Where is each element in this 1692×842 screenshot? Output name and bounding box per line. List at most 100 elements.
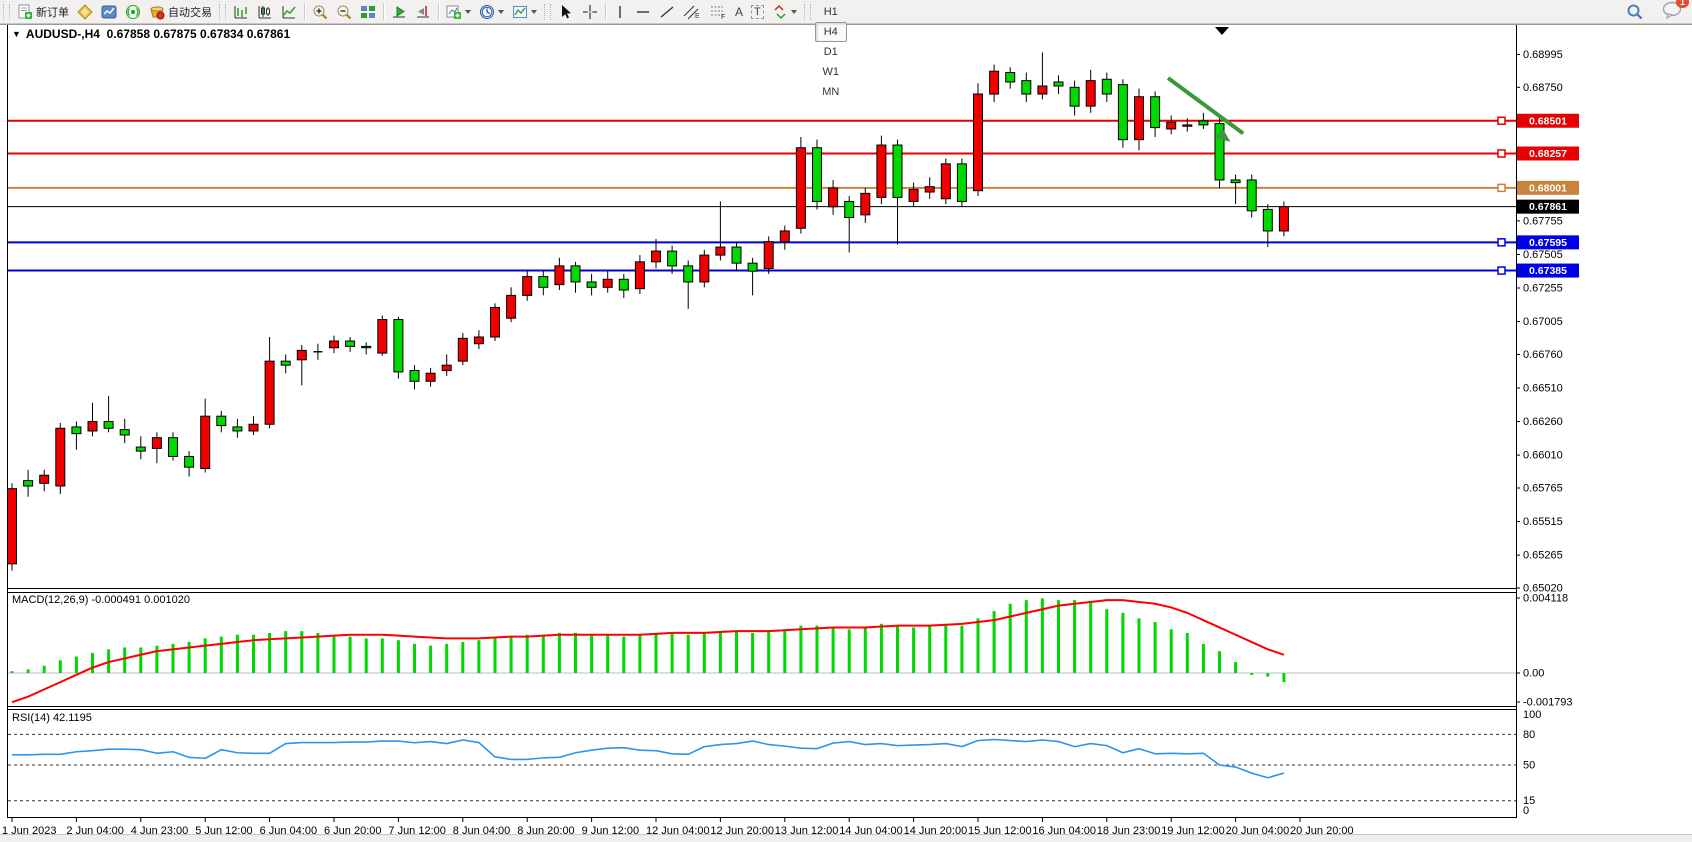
vertical-line-tool-button[interactable] [609, 1, 631, 23]
macd-histogram-bar [1025, 600, 1028, 673]
window-bottom-edge [0, 834, 1692, 842]
candle [40, 475, 49, 483]
candle [861, 193, 870, 214]
candle [1086, 81, 1095, 107]
candle [941, 164, 950, 199]
macd-histogram-bar [445, 644, 448, 673]
toolbar-grip[interactable] [3, 4, 10, 20]
level-handle[interactable] [1498, 267, 1505, 274]
fibonacci-tool-button[interactable]: F [705, 1, 731, 23]
signals-button[interactable] [121, 1, 145, 23]
timeframe-mn[interactable]: MN [815, 82, 847, 102]
dropdown-caret [531, 10, 537, 14]
macd-histogram-bar [1105, 609, 1108, 673]
time-label: 7 Jun 12:00 [388, 825, 446, 834]
trendline-icon [659, 4, 675, 20]
level-handle[interactable] [1498, 184, 1505, 191]
crosshair-tool-button[interactable] [578, 1, 602, 23]
timeframe-h1[interactable]: H1 [815, 2, 847, 22]
macd-histogram-bar [381, 638, 384, 673]
text-tool-button[interactable]: A [731, 1, 747, 23]
macd-histogram-bar [1009, 604, 1012, 673]
candle [136, 447, 145, 451]
zoom-in-button[interactable] [308, 1, 332, 23]
candle [72, 427, 81, 434]
chart-shift-button[interactable] [411, 1, 435, 23]
timeframe-d1[interactable]: D1 [815, 42, 847, 62]
toolbar-separator [383, 3, 384, 20]
new-order-button[interactable]: 新订单 [13, 1, 73, 23]
macd-histogram-bar [1282, 673, 1285, 682]
candle [957, 164, 966, 202]
candle [56, 428, 65, 486]
candle [732, 247, 741, 263]
chat-button[interactable]: 1 [1662, 1, 1682, 22]
candle [120, 430, 129, 435]
macd-histogram-bar [1250, 673, 1253, 675]
level-handle[interactable] [1498, 117, 1505, 124]
auto-trading-button[interactable]: 自动交易 [145, 1, 216, 23]
candle [1038, 86, 1047, 94]
svg-text:F: F [721, 14, 725, 20]
search-button[interactable] [1622, 1, 1648, 23]
text-label-tool-button[interactable]: T [747, 1, 768, 23]
bar-chart-icon [233, 4, 249, 20]
macd-histogram-bar [139, 647, 142, 673]
macd-histogram-bar [1073, 600, 1076, 673]
time-label: 12 Jun 04:00 [646, 825, 710, 834]
toolbar-grip[interactable] [804, 4, 811, 20]
candle [249, 424, 258, 431]
candle [974, 94, 983, 191]
macd-histogram-bar [944, 624, 947, 673]
periods-button[interactable] [475, 1, 508, 23]
rsi-tick-label: 0 [1523, 805, 1529, 817]
metaeditor-button[interactable] [73, 1, 97, 23]
horizontal-line-tool-button[interactable] [631, 1, 655, 23]
candlestick-icon [257, 4, 273, 20]
level-handle[interactable] [1498, 150, 1505, 157]
candle [684, 266, 693, 282]
time-label: 13 Jun 12:00 [775, 825, 839, 834]
candle [668, 251, 677, 266]
line-chart-mode-button[interactable] [277, 1, 301, 23]
macd-histogram-bar [638, 635, 641, 673]
collapse-triangle-icon[interactable]: ▼ [12, 29, 21, 39]
time-label: 9 Jun 12:00 [582, 825, 640, 834]
auto-scroll-button[interactable] [387, 1, 411, 23]
toolbar-grip[interactable] [219, 4, 226, 20]
candlestick-mode-button[interactable] [253, 1, 277, 23]
tile-windows-button[interactable] [356, 1, 380, 23]
line-chart-icon [281, 4, 297, 20]
chart-canvas[interactable]: 0.689950.687500.677550.675050.672550.670… [0, 24, 1692, 834]
toolbar-grip[interactable] [544, 4, 551, 20]
market-watch-button[interactable] [97, 1, 121, 23]
time-label: 20 Jun 20:00 [1290, 825, 1354, 834]
market-watch-icon [101, 4, 117, 20]
cursor-tool-button[interactable] [554, 1, 578, 23]
candle [1102, 79, 1111, 94]
candle [619, 279, 628, 290]
templates-button[interactable] [508, 1, 541, 23]
arrows-tool-button[interactable] [768, 1, 801, 23]
macd-histogram-bar [1057, 600, 1060, 673]
trendline-tool-button[interactable] [655, 1, 679, 23]
candle [426, 373, 435, 381]
candle [1070, 87, 1079, 106]
rsi-tick-label: 50 [1523, 760, 1535, 772]
price-badge-label: 0.67595 [1529, 237, 1567, 249]
zoom-out-button[interactable] [332, 1, 356, 23]
equidistant-channel-tool-button[interactable]: E [679, 1, 705, 23]
macd-histogram-bar [799, 626, 802, 673]
macd-histogram-bar [1138, 618, 1141, 673]
bar-chart-mode-button[interactable] [229, 1, 253, 23]
timeframe-h4[interactable]: H4 [815, 22, 847, 42]
candle [925, 187, 934, 192]
candle [764, 242, 773, 269]
level-handle[interactable] [1498, 239, 1505, 246]
candle [796, 148, 805, 229]
candle [442, 365, 451, 370]
indicators-button[interactable] [442, 1, 475, 23]
candle [1183, 125, 1192, 126]
candle [780, 231, 789, 242]
timeframe-w1[interactable]: W1 [815, 62, 847, 82]
